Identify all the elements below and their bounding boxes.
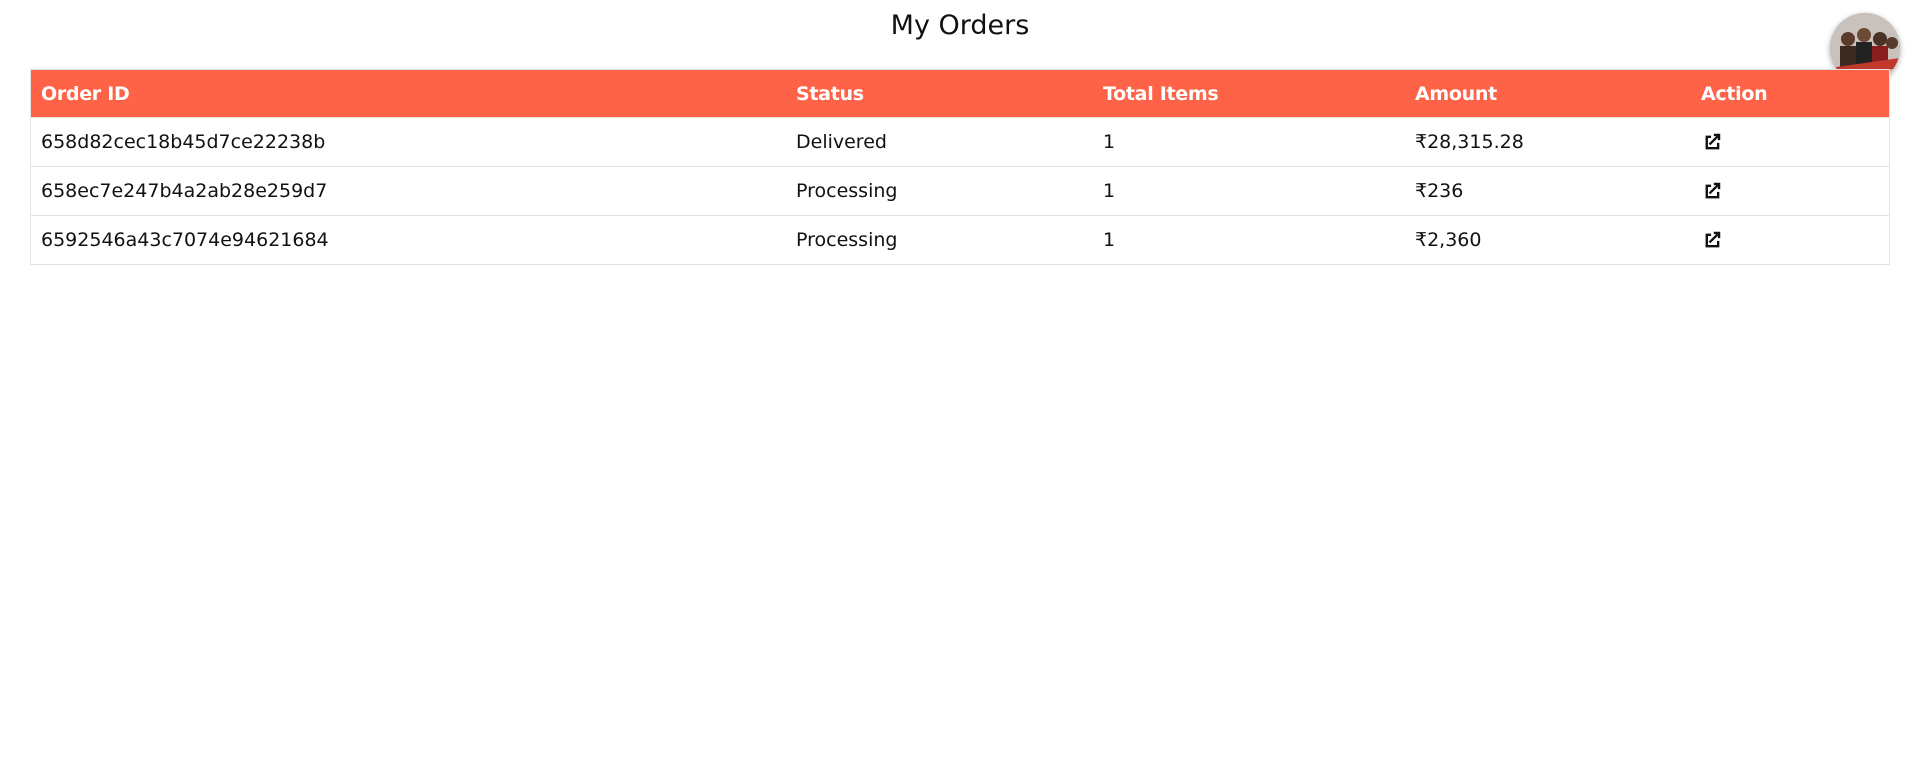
external-link-icon[interactable] [1701, 180, 1723, 202]
column-header-status: Status [796, 82, 864, 105]
order-id-cell: 658ec7e247b4a2ab28e259d7 [30, 166, 786, 216]
orders-table: Order ID Status Total Items Amount Actio… [30, 69, 1890, 265]
table-row: 6592546a43c7074e94621684 Processing 1 ₹2… [30, 215, 1890, 265]
column-header-action: Action [1701, 82, 1768, 105]
status-badge: Processing [786, 166, 1093, 216]
total-items-cell: 1 [1093, 215, 1405, 265]
amount-cell: ₹28,315.28 [1405, 117, 1691, 167]
order-id-cell: 6592546a43c7074e94621684 [30, 215, 786, 265]
table-row: 658d82cec18b45d7ce22238b Delivered 1 ₹28… [30, 117, 1890, 167]
page-title: My Orders [890, 10, 1030, 41]
column-header-order-id: Order ID [41, 82, 130, 105]
external-link-icon[interactable] [1701, 131, 1723, 153]
column-header-amount: Amount [1415, 82, 1497, 105]
amount-cell: ₹2,360 [1405, 215, 1691, 265]
table-header-row: Order ID Status Total Items Amount Actio… [30, 69, 1890, 118]
column-header-total-items: Total Items [1103, 82, 1219, 105]
status-badge: Processing [786, 215, 1093, 265]
total-items-cell: 1 [1093, 166, 1405, 216]
amount-cell: ₹236 [1405, 166, 1691, 216]
external-link-icon[interactable] [1701, 229, 1723, 251]
table-row: 658ec7e247b4a2ab28e259d7 Processing 1 ₹2… [30, 166, 1890, 216]
action-cell [1691, 215, 1890, 265]
status-badge: Delivered [786, 117, 1093, 167]
order-id-cell: 658d82cec18b45d7ce22238b [30, 117, 786, 167]
orders-page: My Orders Order ID Status Total Items Am… [0, 0, 1911, 774]
action-cell [1691, 166, 1890, 216]
action-cell [1691, 117, 1890, 167]
total-items-cell: 1 [1093, 117, 1405, 167]
